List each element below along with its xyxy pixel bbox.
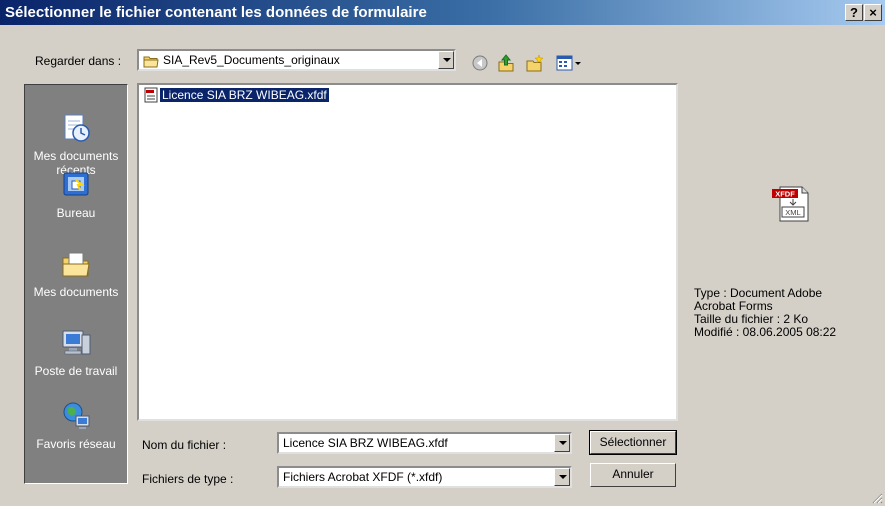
help-button[interactable]: ? [845,4,863,21]
cancel-button[interactable]: Annuler [590,463,676,487]
place-my-documents[interactable]: Mes documents [25,248,127,299]
new-folder-icon[interactable] [525,53,545,73]
close-button[interactable]: × [864,4,882,21]
filename-combo[interactable]: Licence SIA BRZ WIBEAG.xfdf [277,432,572,454]
preview-modified: Modifié : 08.06.2005 08:22 [694,325,837,339]
back-icon[interactable] [470,53,490,73]
filetype-combo[interactable]: Fichiers Acrobat XFDF (*.xfdf) [277,466,572,488]
place-my-computer[interactable]: Poste de travail [25,327,127,378]
place-label: Mes documents [33,285,119,299]
window-title: Sélectionner le fichier contenant les do… [5,4,427,21]
resize-grip-icon[interactable] [871,492,883,504]
place-label: Bureau [56,206,96,220]
xfdf-xml-preview-icon: XFDF XML [772,186,809,222]
lookin-label: Regarder dans : [35,54,122,68]
file-name: Licence SIA BRZ WIBEAG.xfdf [159,87,330,103]
file-preview-info: Type : Document Adobe Acrobat Forms Tail… [694,287,836,339]
chevron-down-icon[interactable] [554,434,570,452]
chevron-down-icon[interactable] [438,51,454,69]
place-desktop[interactable]: Bureau [25,169,127,220]
title-bar[interactable]: Sélectionner le fichier contenant les do… [0,0,885,25]
up-folder-icon[interactable] [496,53,516,73]
lookin-combo[interactable]: SIA_Rev5_Documents_originaux [137,49,456,71]
filetype-value: Fichiers Acrobat XFDF (*.xfdf) [283,470,443,484]
xfdf-file-icon [144,87,158,103]
filename-label: Nom du fichier : [142,438,227,452]
preview-icon-top-text: XFDF [775,190,795,199]
place-network[interactable]: Favoris réseau [25,400,127,451]
place-label: Favoris réseau [36,437,116,451]
recent-documents-icon [64,114,90,142]
network-places-icon [63,402,90,429]
view-menu-icon[interactable] [555,53,583,73]
lookin-value: SIA_Rev5_Documents_originaux [163,53,340,67]
my-computer-icon [62,330,91,355]
filename-value[interactable]: Licence SIA BRZ WIBEAG.xfdf [283,436,448,450]
place-recent-documents[interactable]: Mes documents récents [25,112,127,177]
chevron-down-icon[interactable] [554,468,570,486]
select-button[interactable]: Sélectionner [589,430,677,455]
folder-icon [143,56,159,68]
filetype-label: Fichiers de type : [142,472,234,486]
places-bar: Mes documents récents Bureau Mes documen… [24,84,128,484]
my-documents-icon [62,252,90,277]
desktop-icon [63,172,89,196]
preview-icon-bottom-text: XML [785,208,800,217]
place-label: Poste de travail [34,364,118,378]
file-list[interactable]: Licence SIA BRZ WIBEAG.xfdf [137,83,678,421]
list-item[interactable]: Licence SIA BRZ WIBEAG.xfdf [143,87,330,103]
